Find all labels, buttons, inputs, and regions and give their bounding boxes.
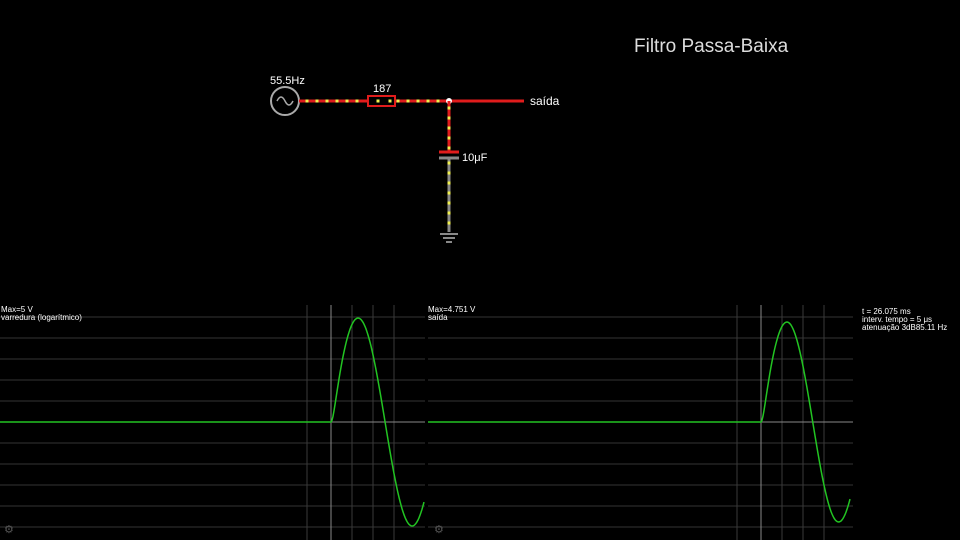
scope-sweep-name: varredura (logarítmico) xyxy=(1,313,82,322)
current-dots xyxy=(305,99,451,225)
scope-output-name: saída xyxy=(428,313,448,322)
ac-source[interactable] xyxy=(270,86,300,116)
cutoff-readout: atenuação 3dB85.11 Hz xyxy=(862,323,948,332)
circuit-canvas[interactable]: Filtro Passa-Baixa 55.5Hz 187 10μF saída xyxy=(0,0,960,305)
scope-output-plot xyxy=(428,305,853,540)
scope-output[interactable]: Max=4.751 V saída ⚙ xyxy=(428,305,853,540)
capacitor-value-label: 10μF xyxy=(462,152,488,164)
scope-sweep-plot xyxy=(0,305,425,540)
output-label: saída xyxy=(530,94,560,108)
source-frequency-label: 55.5Hz xyxy=(270,75,305,87)
scope-sweep[interactable]: Max=5 V varredura (logarítmico) ⚙ xyxy=(0,305,425,540)
gear-icon[interactable]: ⚙ xyxy=(434,523,444,536)
gear-icon[interactable]: ⚙ xyxy=(4,523,14,536)
resistor-value-label: 187 xyxy=(373,83,392,95)
ground-icon xyxy=(440,233,458,243)
info-panel: t = 26.075 ms interv. tempo = 5 μs atenu… xyxy=(862,305,960,365)
